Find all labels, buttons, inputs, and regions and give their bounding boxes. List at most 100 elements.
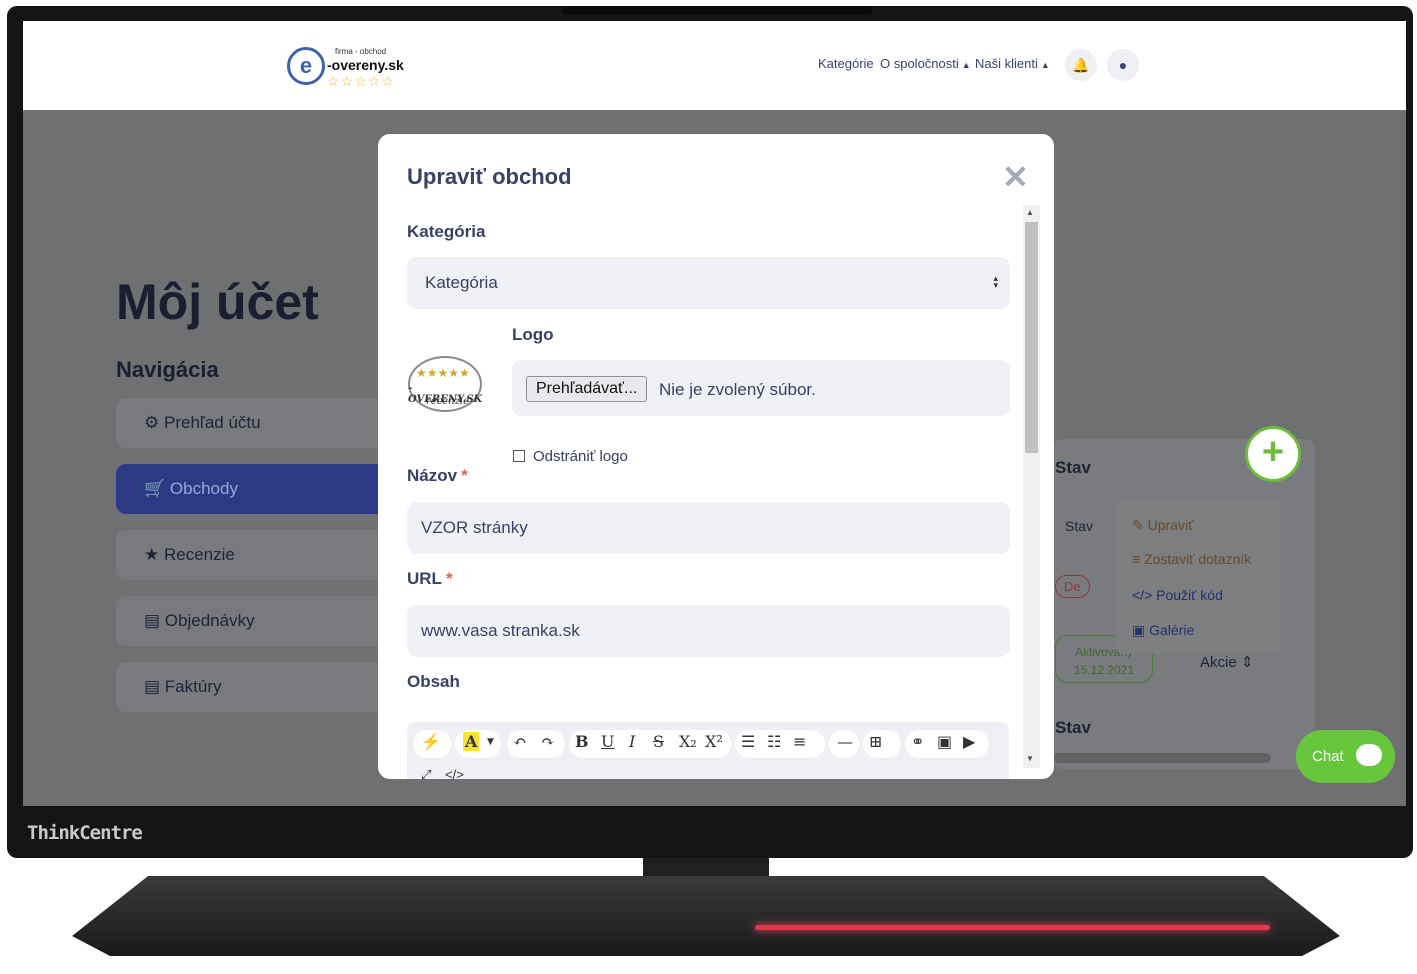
menu-item-label: Galérie <box>1149 622 1195 638</box>
menu-item-label: Upraviť <box>1147 517 1194 533</box>
status-badge-inactive[interactable]: De <box>1055 575 1090 598</box>
nav-label: Kategórie <box>818 56 874 71</box>
chat-button[interactable]: Chat <box>1296 730 1395 783</box>
magic-wand-icon[interactable]: ⚡ <box>421 732 441 751</box>
stav-heading-2: Stav <box>1055 718 1091 737</box>
screen: e firma - obchod -overeny.sk ☆☆☆☆☆ Kateg… <box>23 21 1406 806</box>
menu-item-upravit[interactable]: ✎ Upraviť <box>1132 517 1193 534</box>
akcie-dropdown[interactable]: Akcie ⇕ <box>1200 653 1253 671</box>
menu-item-dotaznik[interactable]: ≡ Zostaviť dotazník <box>1132 551 1251 567</box>
menu-item-galerie[interactable]: ▣ Galérie <box>1132 622 1194 639</box>
name-input[interactable]: VZOR stránky <box>407 502 1010 554</box>
url-value: www.vasa stranka.sk <box>421 621 580 640</box>
category-label: Kategória <box>407 222 486 241</box>
browse-file-button[interactable]: Prehľadávať... <box>526 376 648 402</box>
gear-icon: ⚙ <box>144 413 160 432</box>
table-icon[interactable]: ⊞ <box>869 732 882 751</box>
select-arrows-icon: ▴ ▾ <box>993 273 998 290</box>
menu-item-pouzit-kod[interactable]: </> Použiť kód <box>1132 587 1223 603</box>
stav-heading: Stav <box>1055 458 1091 477</box>
modal-scrollbar[interactable]: ▲ ▼ <box>1023 205 1040 768</box>
code-view-icon[interactable]: </> <box>445 767 464 779</box>
url-label-text: URL <box>407 569 442 588</box>
scroll-up-icon[interactable]: ▲ <box>1026 208 1034 217</box>
monitor-camera <box>562 6 872 15</box>
link-icon[interactable]: ⚭ <box>911 732 924 751</box>
notifications-button[interactable]: 🔔 <box>1065 49 1097 81</box>
site-header: e firma - obchod -overeny.sk ☆☆☆☆☆ Kateg… <box>23 21 1406 110</box>
nav-o-spolocnosti[interactable]: O spoločnosti ▲ <box>880 56 971 71</box>
device-brand: ThinkCentre <box>27 822 143 844</box>
chat-label: Chat <box>1312 748 1344 765</box>
sidebar-item-prehlad[interactable]: ⚙ Prehľad účtu <box>116 398 406 448</box>
video-icon[interactable]: ▶ <box>963 732 975 751</box>
italic-icon[interactable]: I <box>629 732 635 751</box>
scroll-down-icon[interactable]: ▼ <box>1026 754 1034 763</box>
horizontal-scrollbar[interactable] <box>1053 753 1271 763</box>
align-icon[interactable]: ≡ <box>793 732 806 751</box>
strikethrough-icon[interactable]: S <box>653 732 664 751</box>
category-select[interactable]: Kategória ▴ ▾ <box>407 257 1010 309</box>
nav-label: Naši klienti <box>975 56 1038 71</box>
name-label: Názov * <box>407 466 468 486</box>
bell-icon: 🔔 <box>1072 57 1090 73</box>
sort-icon: ⇕ <box>1240 654 1254 671</box>
required-mark: * <box>461 466 468 485</box>
undo-icon[interactable]: ↶ <box>513 732 526 751</box>
logo-stars: ☆☆☆☆☆ <box>327 73 395 89</box>
sidebar-item-label: Prehľad účtu <box>163 413 261 432</box>
add-button[interactable]: + <box>1245 426 1301 482</box>
sidebar-item-label: Obchody <box>169 479 238 498</box>
bold-icon[interactable]: B <box>575 732 589 751</box>
caret-up-icon: ▲ <box>1040 60 1050 70</box>
remove-logo-checkbox[interactable] <box>513 450 525 462</box>
sidebar-item-faktury[interactable]: ▤ Faktúry <box>116 662 406 712</box>
menu-item-label: Použiť kód <box>1156 587 1223 603</box>
subscript-icon[interactable]: X₂ <box>679 732 697 751</box>
modal-title: Upraviť obchod <box>407 164 572 189</box>
actions-menu: ✎ Upraviť ≡ Zostaviť dotazník </> Použiť… <box>1116 499 1281 654</box>
nav-title: Navigácia <box>116 357 219 382</box>
picture-icon[interactable]: ▣ <box>937 732 952 751</box>
horizontal-rule-icon[interactable]: — <box>837 732 853 751</box>
bullet-list-icon[interactable]: ☰ <box>741 732 755 751</box>
underline-icon[interactable]: U <box>601 732 614 751</box>
url-label: URL * <box>407 569 453 589</box>
font-color-icon[interactable]: A <box>463 732 480 751</box>
logo-preview-sub: recenzie <box>426 396 470 407</box>
image-icon: ▣ <box>1132 622 1146 638</box>
sidebar-item-obchody[interactable]: 🛒 Obchody <box>116 464 406 514</box>
caret-down-icon[interactable]: ▼ <box>487 737 494 747</box>
redo-icon[interactable]: ↷ <box>541 732 554 751</box>
logo-label: Logo <box>512 325 554 344</box>
nav-nasi-klienti[interactable]: Naši klienti ▲ <box>975 56 1050 71</box>
file-status: Nie je zvolený súbor. <box>659 380 816 399</box>
scrollbar-thumb[interactable] <box>1025 222 1038 453</box>
superscript-icon[interactable]: X² <box>705 732 723 751</box>
logo-file-field: Prehľadávať... Nie je zvolený súbor. <box>512 360 1010 416</box>
cart-icon: 🛒 <box>144 479 166 498</box>
content-label: Obsah <box>407 672 460 691</box>
sidebar-item-recenzie[interactable]: ★ Recenzie <box>116 530 406 580</box>
chat-bubble-icon <box>1356 744 1382 766</box>
stav-filter[interactable]: Stav <box>1065 518 1093 534</box>
close-icon[interactable]: ✕ <box>1002 160 1029 194</box>
star-icon: ★ <box>144 545 160 564</box>
fullscreen-icon[interactable]: ⤢ <box>421 767 431 779</box>
url-input[interactable]: www.vasa stranka.sk <box>407 605 1010 657</box>
caret-up-icon: ▲ <box>961 60 971 70</box>
stand-light <box>755 925 1270 930</box>
site-logo[interactable]: e firma - obchod -overeny.sk ☆☆☆☆☆ <box>287 45 427 91</box>
logo-tagline: firma - obchod <box>335 47 387 56</box>
code-icon: </> <box>1132 587 1153 603</box>
name-value: VZOR stránky <box>421 518 528 537</box>
remove-logo-label[interactable]: Odstrániť logo <box>533 448 628 465</box>
sidebar-item-objednavky[interactable]: ▤ Objednávky <box>116 596 406 646</box>
monitor-stand <box>72 876 1340 956</box>
sidebar-item-label: Recenzie <box>163 545 235 564</box>
nav-kategorie[interactable]: Kategórie <box>818 56 874 71</box>
menu-item-label: Zostaviť dotazník <box>1144 551 1252 567</box>
page-title: Môj účet <box>116 274 319 330</box>
user-button[interactable]: ● <box>1107 49 1139 81</box>
numbered-list-icon[interactable]: ☷ <box>767 732 781 751</box>
